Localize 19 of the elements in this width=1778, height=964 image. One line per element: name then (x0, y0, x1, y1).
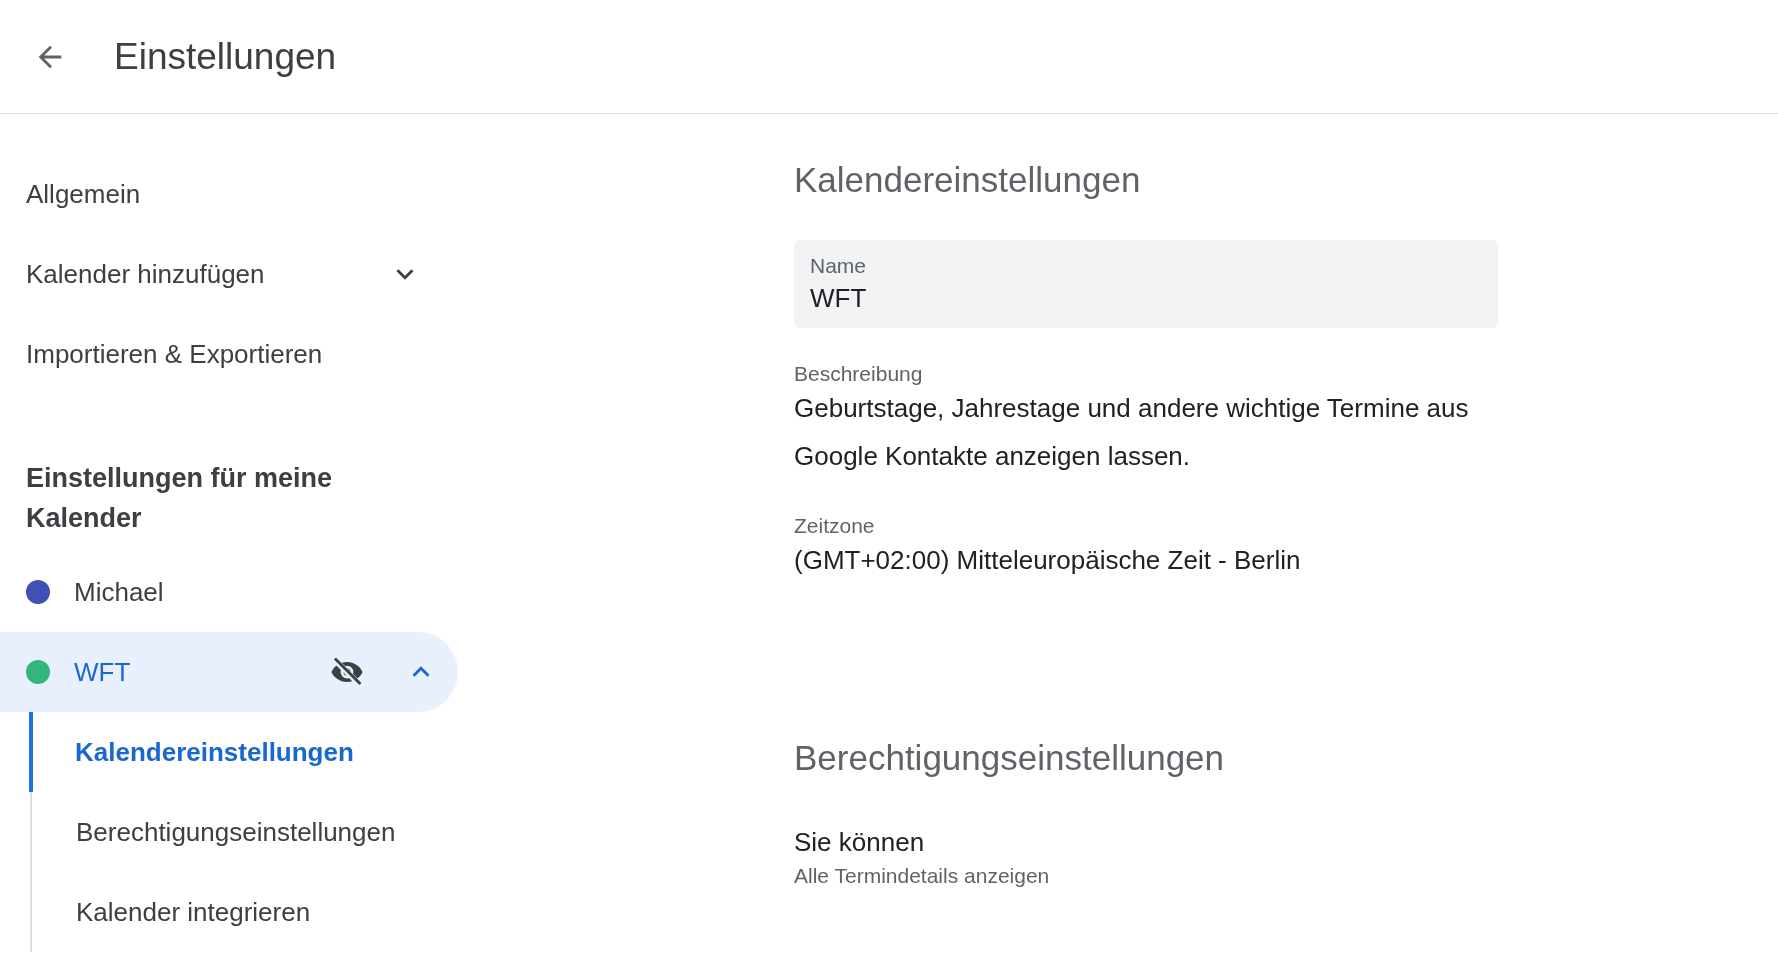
page-title: Einstellungen (114, 34, 337, 79)
section-heading: Einstellungen für meine Kalender (25, 462, 334, 535)
name-field[interactable]: Name WFT (794, 240, 1498, 328)
permission-heading: Sie können (794, 826, 925, 859)
permission-detail: Alle Termindetails anzeigen (794, 863, 1050, 889)
sidebar-item[interactable]: Allgemein (26, 174, 141, 214)
sidebar-item[interactable]: Importieren & Exportieren (26, 334, 323, 374)
sidebar-item[interactable]: Kalender hinzufügen (26, 254, 265, 294)
field-label: Zeitzone (794, 513, 875, 539)
calendar-item[interactable]: WFT (0, 632, 458, 712)
field-value: Geburtstage, Jahrestage und andere wichtige Termine aus Google Kontakte anzeigen lassen. (794, 392, 1470, 473)
field-value: (GMT+02:00) Mitteleuropäische Zeit - Berlin (794, 544, 1302, 577)
section-title: Berechtigungseinstellungen (794, 737, 1226, 779)
sidebar-subitem[interactable]: Kalendereinstellungen (29, 712, 449, 792)
field-label: Beschreibung (794, 361, 923, 387)
sidebar-subitem[interactable]: Berechtigungseinstellungen (32, 792, 452, 872)
sidebar-subitem[interactable]: Kalender integrieren (32, 872, 452, 952)
calendar-item[interactable]: Michael (0, 552, 458, 632)
section-title: Kalendereinstellungen (794, 159, 1142, 201)
